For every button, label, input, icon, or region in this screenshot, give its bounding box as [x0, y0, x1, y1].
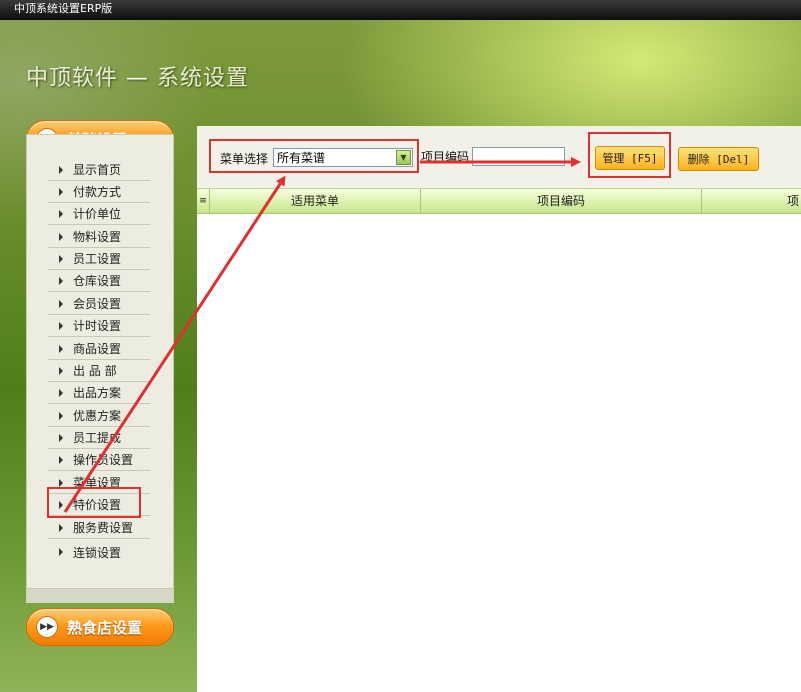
triangle-right-icon	[59, 276, 63, 285]
sidebar-item-discount-plan[interactable]: 优惠方案	[48, 405, 150, 427]
triangle-right-icon	[59, 187, 63, 196]
sidebar-item-label: 仓库设置	[73, 274, 122, 288]
triangle-right-icon	[59, 411, 63, 420]
column-header-label: 项	[786, 194, 799, 208]
triangle-right-icon	[59, 232, 63, 241]
annotation-box-special-price	[47, 487, 141, 518]
sidebar-item-output-dept[interactable]: 出 品 部	[48, 360, 150, 382]
delete-button[interactable]: 删除 [Del]	[678, 147, 759, 171]
annotation-box-menu-select	[209, 139, 419, 173]
triangle-right-icon	[59, 165, 63, 174]
sidebar-item-operators[interactable]: 操作员设置	[48, 449, 150, 471]
row-selector-column[interactable]: ≡	[197, 189, 210, 213]
sidebar-item-label: 操作员设置	[73, 453, 134, 467]
triangle-right-icon	[59, 388, 63, 397]
triangle-right-icon	[59, 433, 63, 442]
module-name: 系统设置	[157, 66, 250, 91]
page-title: 中顶软件 — 系统设置	[26, 60, 249, 92]
triangle-right-icon	[59, 478, 63, 487]
column-header-label: 适用菜单	[290, 194, 339, 208]
sidebar-item-label: 付款方式	[73, 185, 122, 199]
window-title: 中顶系统设置ERP版	[14, 2, 113, 15]
triangle-right-icon	[59, 254, 63, 263]
triangle-right-icon	[59, 366, 63, 375]
sidebar-item-output-plan[interactable]: 出品方案	[48, 382, 150, 404]
sidebar-item-label: 物料设置	[73, 230, 122, 244]
triangle-right-icon	[59, 321, 63, 330]
sidebar-item-label: 计价单位	[73, 207, 122, 221]
triangle-right-icon	[59, 548, 63, 556]
column-header-item-code[interactable]: 项目编码	[421, 189, 702, 213]
column-header-menu[interactable]: 适用菜单	[210, 189, 421, 213]
title-dash: —	[126, 66, 150, 91]
brand-name: 中顶软件	[26, 66, 119, 91]
sidebar-item-label: 优惠方案	[73, 409, 122, 423]
sidebar-item-home[interactable]: 显示首页	[48, 159, 150, 181]
triangle-right-icon	[59, 299, 63, 308]
triangle-right-icon	[59, 209, 63, 218]
sidebar-item-payment-methods[interactable]: 付款方式	[48, 181, 150, 203]
sidebar-item-label: 连锁设置	[73, 545, 122, 560]
nav-section-deli-settings[interactable]: ▶▶ 熟食店设置	[26, 608, 174, 646]
main-content: 菜单选择 所有菜谱 ▼ 项目编码 管理 [F5] 删除 [Del] ≡ 适用菜单…	[197, 126, 801, 692]
sidebar-item-commission[interactable]: 员工提成	[48, 427, 150, 449]
sidebar-item-service-fee[interactable]: 服务费设置	[48, 517, 150, 539]
grid-header: ≡ 适用菜单 项目编码 项	[197, 188, 801, 214]
triangle-right-icon	[59, 523, 63, 532]
sidebar-item-timing[interactable]: 计时设置	[48, 315, 150, 337]
nav-section-label: 熟食店设置	[67, 618, 143, 637]
sidebar-item-label: 计时设置	[73, 319, 122, 333]
sidebar-item-label: 出品方案	[73, 386, 122, 400]
column-header-label: 项目编码	[536, 194, 585, 208]
triangle-right-icon	[59, 344, 63, 353]
sidebar-item-chain[interactable]: 连锁设置	[48, 541, 150, 563]
sidebar-item-label: 员工设置	[73, 252, 122, 266]
sidebar-item-label: 服务费设置	[73, 521, 134, 535]
window-title-bar: 中顶系统设置ERP版	[0, 0, 801, 20]
sidebar-item-warehouse[interactable]: 仓库设置	[48, 270, 150, 292]
triangle-right-icon	[59, 455, 63, 464]
delete-button-label: 删除 [Del]	[687, 153, 750, 166]
sidebar-item-label: 出 品 部	[73, 364, 117, 378]
sidebar-item-label: 商品设置	[73, 342, 122, 356]
sidebar-item-employees[interactable]: 员工设置	[48, 248, 150, 270]
sidebar-panel: 显示首页 付款方式 计价单位 物料设置 员工设置 仓库设置 会员设置 计时设置 …	[26, 134, 174, 589]
sidebar-item-label: 会员设置	[73, 297, 122, 311]
item-code-input[interactable]	[472, 147, 565, 166]
annotation-box-manage-button	[588, 132, 671, 178]
sidebar-item-members[interactable]: 会员设置	[48, 293, 150, 315]
sidebar-item-label: 员工提成	[73, 431, 122, 445]
sidebar-item-products[interactable]: 商品设置	[48, 338, 150, 360]
column-header-item[interactable]: 项	[702, 189, 801, 213]
sidebar-item-materials[interactable]: 物料设置	[48, 226, 150, 248]
sidebar-item-pricing-units[interactable]: 计价单位	[48, 203, 150, 225]
sidebar-bottom-strip	[26, 589, 174, 603]
sidebar-item-label: 显示首页	[73, 163, 122, 177]
grid-body[interactable]	[197, 214, 801, 692]
item-code-label: 项目编码	[421, 150, 470, 164]
double-arrow-icon: ▶▶	[36, 616, 58, 638]
